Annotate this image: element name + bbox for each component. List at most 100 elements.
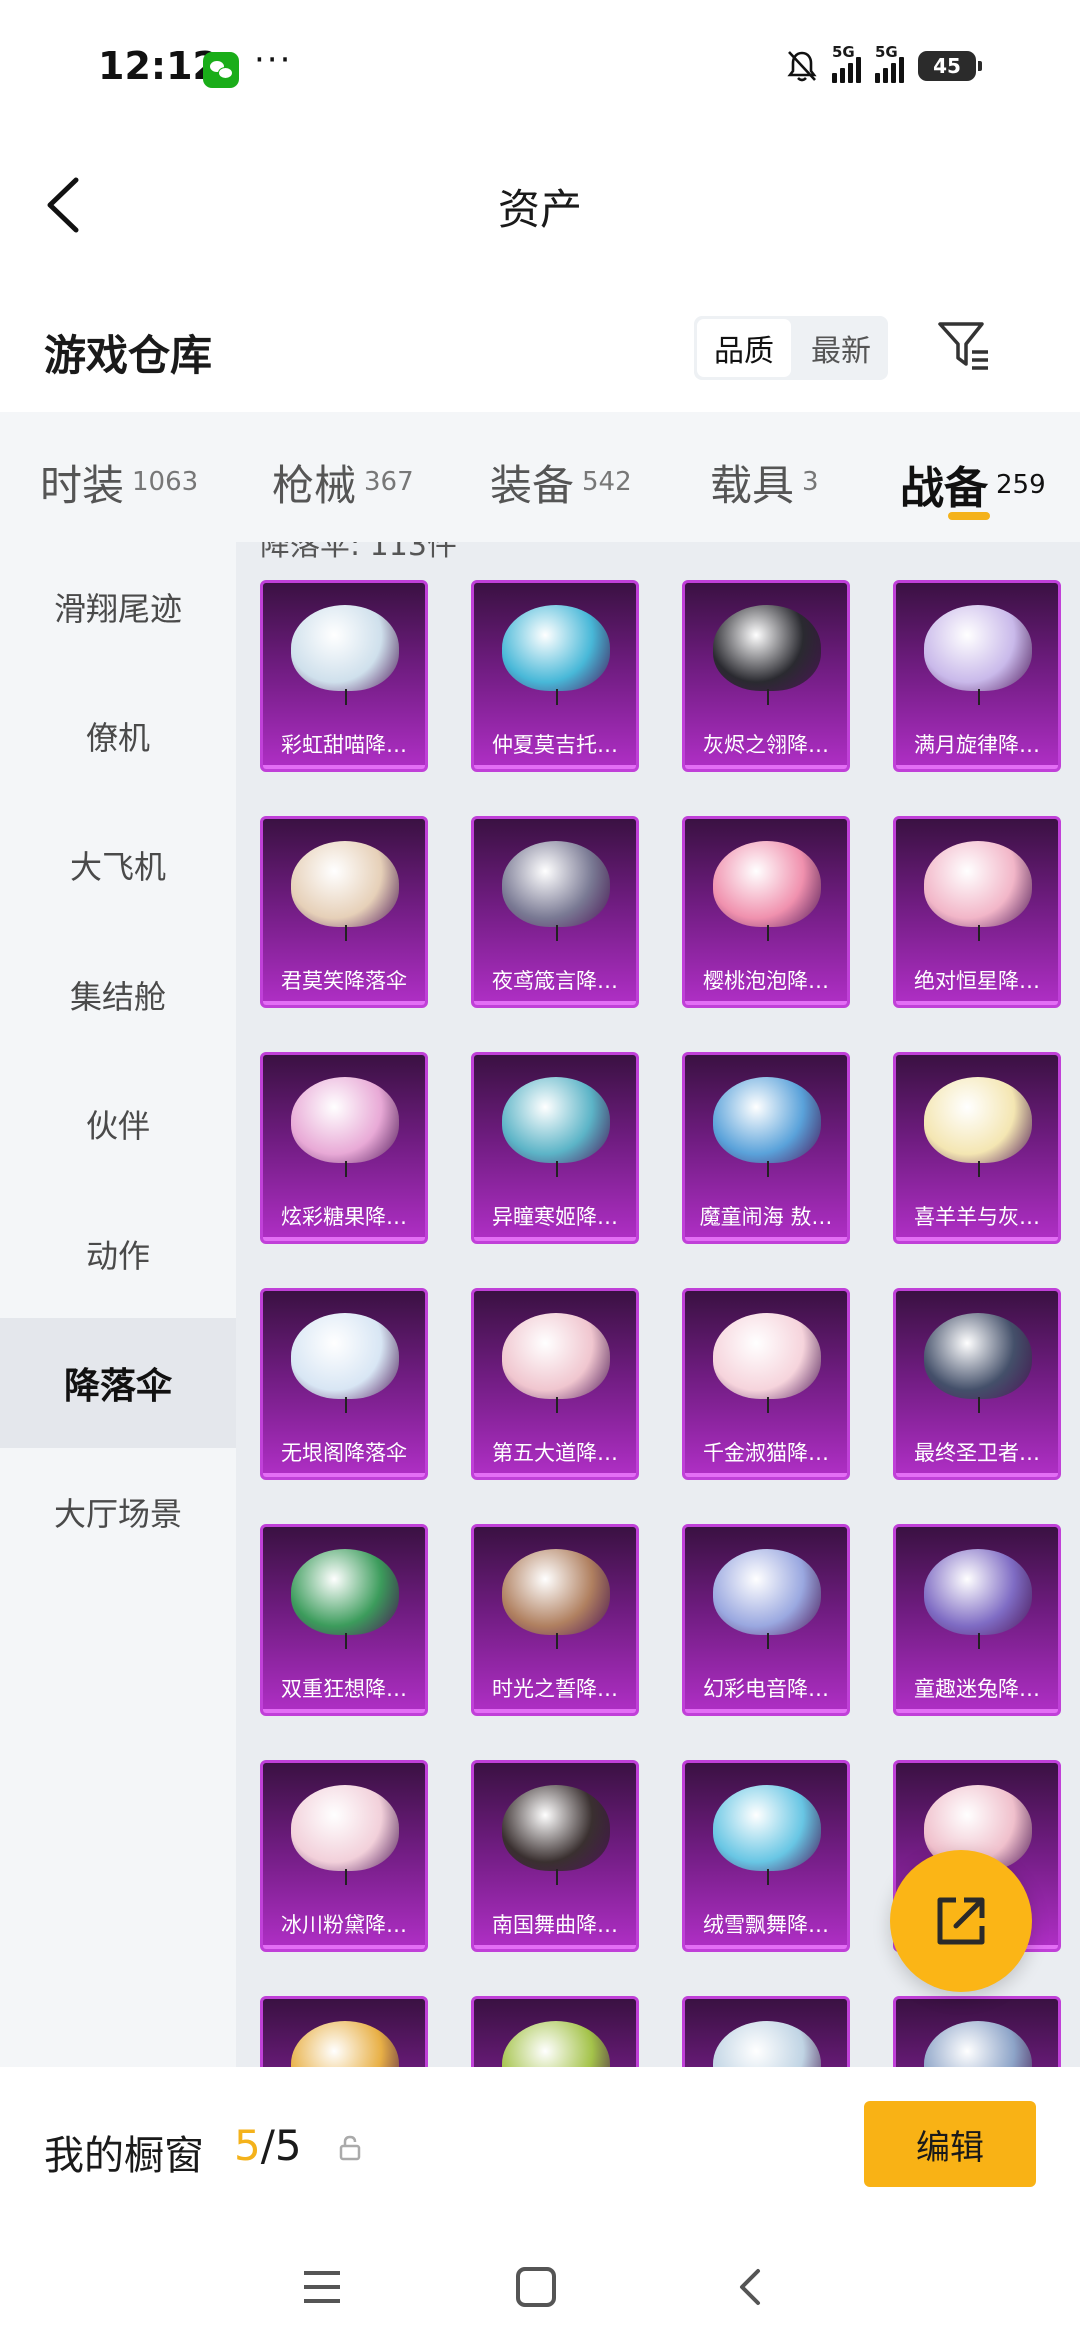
sidebar-item-lobby-scene[interactable]: 大厅场景 [0,1448,236,1577]
parachute-card[interactable]: 双重狂想降… [260,1524,428,1716]
rarity-bar [896,765,1058,769]
parachute-name: 时光之誓降… [492,1677,618,1701]
rarity-bar [263,1001,425,1005]
parachute-image [502,2021,610,2067]
parachute-card[interactable] [471,1996,639,2067]
edit-button[interactable]: 编辑 [864,2101,1036,2187]
rarity-bar [685,1237,847,1241]
sidebar-item-glide-trail[interactable]: 滑翔尾迹 [0,542,236,671]
parachute-card[interactable]: 南国舞曲降… [471,1760,639,1952]
signal-2-icon: 5G [875,43,904,83]
share-button[interactable] [890,1850,1032,1992]
parachute-name: 彩虹甜喵降… [281,733,407,757]
parachute-image [291,605,399,705]
system-nav-bar [0,2237,1080,2347]
parachute-card[interactable]: 千金淑猫降… [682,1288,850,1480]
filter-icon[interactable] [936,318,992,374]
showcase-label: 我的橱窗 [44,2133,204,2179]
parachute-image [713,1313,821,1413]
parachute-card[interactable]: 喜羊羊与灰… [893,1052,1061,1244]
status-icons: 5G 5G 45 [786,43,982,88]
parachute-card[interactable]: 幻彩电音降… [682,1524,850,1716]
parachute-card[interactable]: 冰川粉黛降… [260,1760,428,1952]
parachute-card[interactable]: 时光之誓降… [471,1524,639,1716]
rarity-bar [474,1945,636,1949]
menu-icon[interactable] [292,2257,352,2317]
parachute-name: 炫彩糖果降… [281,1205,407,1229]
parachute-card[interactable]: 夜鸢箴言降… [471,816,639,1008]
rarity-bar [685,1945,847,1949]
more-notifications-icon: ··· [254,40,293,80]
sort-quality-option[interactable]: 品质 [697,319,791,377]
parachute-card[interactable] [893,1996,1061,2067]
parachute-name: 樱桃泡泡降… [703,969,829,993]
parachute-image [502,841,610,941]
tab-weapons[interactable]: 枪械 367 [272,452,414,513]
parachute-image [924,1313,1032,1413]
sidebar-item-companion[interactable]: 伙伴 [0,1060,236,1189]
parachute-image [291,1313,399,1413]
parachute-card[interactable]: 仲夏莫吉托… [471,580,639,772]
parachute-card[interactable]: 灰烬之翎降… [682,580,850,772]
sort-latest-option[interactable]: 最新 [794,316,888,380]
parachute-card[interactable]: 异瞳寒姬降… [471,1052,639,1244]
parachute-card[interactable]: 童趣迷兔降… [893,1524,1061,1716]
parachute-name: 灰烬之翎降… [703,733,829,757]
tab-equipment[interactable]: 装备 542 [490,452,632,513]
parachute-card[interactable]: 彩虹甜喵降… [260,580,428,772]
parachute-image [924,1077,1032,1177]
parachute-card[interactable]: 第五大道降… [471,1288,639,1480]
sidebar-item-wingman[interactable]: 僚机 [0,671,236,800]
sidebar-item-parachute[interactable]: 降落伞 [0,1318,236,1448]
parachute-image [502,1077,610,1177]
tab-fashion[interactable]: 时装 1063 [40,452,198,513]
parachute-image [502,1313,610,1413]
parachute-card[interactable]: 绒雪飘舞降… [682,1760,850,1952]
sidebar-item-big-plane[interactable]: 大飞机 [0,801,236,930]
rarity-bar [685,1709,847,1713]
back-nav-icon[interactable] [720,2257,780,2317]
parachute-card[interactable]: 炫彩糖果降… [260,1052,428,1244]
wechat-icon [203,52,239,88]
sidebar-item-emote[interactable]: 动作 [0,1189,236,1318]
parachute-image [291,1549,399,1649]
home-icon[interactable] [506,2257,566,2317]
rarity-bar [474,1001,636,1005]
sort-toggle: 品质 最新 [694,316,888,380]
parachute-card[interactable] [682,1996,850,2067]
tab-battle-gear[interactable]: 战备 259 [900,452,1046,516]
status-bar: 12:12 ··· 5G 5G 45 [0,0,1080,130]
parachute-card[interactable]: 君莫笑降落伞 [260,816,428,1008]
parachute-card[interactable]: 无垠阁降落伞 [260,1288,428,1480]
warehouse-title: 游戏仓库 [44,331,213,380]
tab-vehicles[interactable]: 载具 3 [710,452,819,513]
rarity-bar [474,1473,636,1477]
parachute-card[interactable]: 绝对恒星降… [893,816,1061,1008]
parachute-card[interactable]: 满月旋律降… [893,580,1061,772]
parachute-name: 君莫笑降落伞 [281,969,407,993]
item-grid-area[interactable]: 降落伞: 113件 彩虹甜喵降… 仲夏莫吉托… 灰烬之翎降… 满月旋律降… 君莫笑降落伞… [236,542,1080,2067]
rarity-bar [474,1237,636,1241]
sidebar-item-rally-pod[interactable]: 集结舱 [0,930,236,1059]
parachute-card[interactable]: 最终圣卫者… [893,1288,1061,1480]
parachute-name: 异瞳寒姬降… [492,1205,618,1229]
category-tabs: 时装 1063 枪械 367 装备 542 载具 3 战备 259 [0,412,1080,542]
parachute-name: 第五大道降… [492,1441,618,1465]
rarity-bar [474,765,636,769]
rarity-bar [263,765,425,769]
parachute-name: 双重狂想降… [281,1677,407,1701]
rarity-bar [685,765,847,769]
signal-1-icon: 5G [832,43,861,83]
parachute-card[interactable]: 魔童闹海 敖… [682,1052,850,1244]
mute-bell-icon [787,51,817,82]
parachute-name: 夜鸢箴言降… [492,969,618,993]
battery-icon: 45 [918,51,982,81]
parachute-image [502,605,610,705]
parachute-card[interactable]: 樱桃泡泡降… [682,816,850,1008]
parachute-card[interactable] [260,1996,428,2067]
parachute-image [713,1077,821,1177]
parachute-image [713,841,821,941]
section-label: 降落伞: 113件 [260,542,457,563]
parachute-name: 绝对恒星降… [914,969,1040,993]
parachute-name: 无垠阁降落伞 [281,1441,407,1465]
